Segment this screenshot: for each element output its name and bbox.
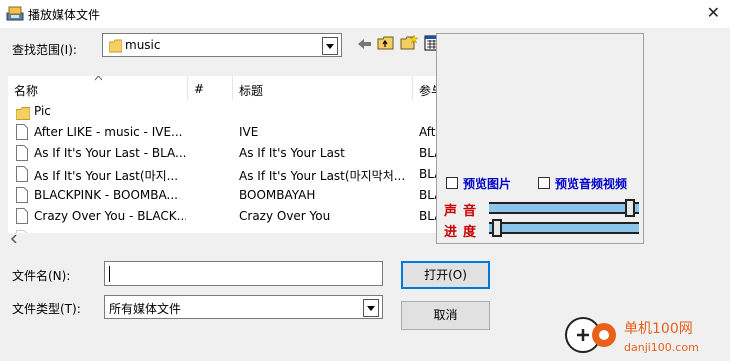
filename-label: 文件名(N): bbox=[12, 269, 71, 283]
volume-slider-thumb[interactable] bbox=[625, 199, 635, 217]
lookin-combo[interactable]: music bbox=[102, 33, 342, 57]
open-button[interactable]: 打开(O) bbox=[401, 261, 490, 289]
folder-icon bbox=[109, 39, 122, 53]
preview-panel: 预览图片 预览音频视频 声音 进度 bbox=[436, 33, 644, 244]
column-header-artist[interactable]: 参与 bbox=[413, 76, 438, 100]
column-header-title[interactable]: 标题 bbox=[233, 76, 413, 100]
file-icon bbox=[16, 187, 28, 203]
volume-slider[interactable] bbox=[489, 199, 639, 217]
list-item[interactable]: BLACKPINK - BOOMBA... BOOMBAYAH BLA bbox=[8, 185, 438, 206]
file-name: BLACKPINK - BOOMBA... bbox=[34, 188, 178, 202]
file-title: As If It's Your Last bbox=[239, 146, 345, 160]
volume-label: 声音 bbox=[444, 204, 483, 219]
file-title: Crazy Over You bbox=[239, 209, 331, 223]
app-icon bbox=[6, 6, 24, 21]
list-item[interactable]: As If It's Your Last(마지... As If It's Yo… bbox=[8, 164, 438, 185]
list-item[interactable]: Pic bbox=[8, 101, 438, 122]
file-name: As If It's Your Last - BLA... bbox=[34, 146, 186, 160]
list-item[interactable]: After LIKE - music - IVE... IVE Aft bbox=[8, 122, 438, 143]
text-caret bbox=[109, 266, 110, 282]
file-icon bbox=[16, 208, 28, 224]
file-icon bbox=[16, 145, 28, 161]
dropdown-arrow-icon[interactable] bbox=[322, 37, 338, 55]
file-title: IVE bbox=[239, 125, 259, 139]
progress-slider-thumb[interactable] bbox=[492, 219, 502, 237]
list-item[interactable]: As If It's Your Last - BLA... As If It's… bbox=[8, 143, 438, 164]
file-name: Crazy Over You - BLACK... bbox=[34, 209, 186, 223]
file-name: Pic bbox=[34, 104, 51, 118]
filetype-combo[interactable]: 所有媒体文件 bbox=[104, 295, 383, 319]
filetype-label: 文件类型(T): bbox=[12, 302, 81, 316]
column-header-name[interactable]: 名称 bbox=[8, 76, 188, 100]
watermark-url: danji100.com bbox=[624, 341, 699, 354]
preview-av-checkbox[interactable] bbox=[538, 177, 550, 189]
new-folder-icon[interactable] bbox=[400, 34, 418, 50]
horizontal-scrollbar[interactable] bbox=[8, 233, 438, 245]
file-name: After LIKE - music - IVE... bbox=[34, 125, 183, 139]
up-folder-icon[interactable] bbox=[377, 35, 395, 51]
file-icon bbox=[16, 166, 28, 182]
lookin-label: 查找范围(I): bbox=[12, 43, 77, 57]
folder-icon bbox=[16, 107, 30, 120]
file-icon bbox=[16, 124, 28, 140]
file-list[interactable]: 名称 # 标题 参与 Pic After LIKE - music - IVE.… bbox=[8, 76, 438, 245]
progress-label: 进度 bbox=[444, 225, 483, 240]
title-bar: 播放媒体文件 ✕ bbox=[0, 0, 730, 28]
watermark-brand: 单机100网 bbox=[624, 321, 693, 337]
dropdown-arrow-icon[interactable] bbox=[363, 299, 379, 317]
file-title: BOOMBAYAH bbox=[239, 188, 316, 202]
column-header-number[interactable]: # bbox=[188, 76, 233, 100]
progress-slider[interactable] bbox=[489, 219, 639, 237]
preview-image-label: 预览图片 bbox=[463, 177, 512, 191]
list-item[interactable]: Crazy Over You - BLACK... Crazy Over You… bbox=[8, 206, 438, 227]
close-icon[interactable]: ✕ bbox=[707, 3, 720, 22]
file-name: As If It's Your Last(마지... bbox=[34, 169, 179, 183]
window-title: 播放媒体文件 bbox=[28, 8, 101, 22]
preview-av-label: 预览音频视频 bbox=[555, 177, 628, 191]
preview-image-checkbox[interactable] bbox=[446, 177, 458, 189]
lookin-value: music bbox=[125, 38, 161, 52]
back-icon[interactable] bbox=[356, 36, 374, 52]
scroll-left-icon[interactable] bbox=[10, 235, 18, 243]
filename-input[interactable] bbox=[104, 261, 383, 286]
cancel-button[interactable]: 取消 bbox=[401, 301, 490, 330]
filetype-value: 所有媒体文件 bbox=[109, 302, 182, 316]
file-title: As If It's Your Last(마지막처... bbox=[239, 169, 406, 183]
watermark-logo: 单机100网 danji100.com bbox=[565, 317, 699, 354]
